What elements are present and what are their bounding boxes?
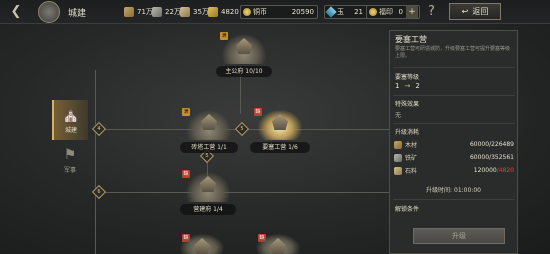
city-emblem-icon (38, 1, 60, 23)
nav-tab-military-label: 军事 (63, 166, 76, 174)
resource-stone-value: 35万 (193, 8, 209, 16)
resource-iron: 22万 (152, 5, 181, 19)
level-from: 1 (395, 82, 400, 90)
panel-description: 要塞工营可研造城防，升级要塞工营可提升要塞等级上限。 (395, 46, 511, 59)
building-partial[interactable]: 缺 (256, 234, 300, 254)
lord-mansion-image (222, 34, 266, 64)
panel-title: 要塞工营 (395, 35, 427, 44)
seal-add-button[interactable]: + (406, 6, 418, 18)
military-flag-icon: ⚑ (63, 146, 77, 163)
return-arrow-icon: ↩ (461, 7, 469, 16)
jade-value: 21 (354, 8, 363, 16)
building-name: 主公府 10/10 (216, 66, 272, 77)
cost-row-iron: 铁矿 60000/352561 (394, 152, 514, 163)
divider (393, 67, 515, 68)
divider (393, 199, 515, 200)
nav-tab-military[interactable]: ⚑ 军事 (52, 140, 88, 180)
building-name: 砖塔工营 1/1 (180, 142, 238, 153)
time-value: 01:00:00 (454, 187, 481, 194)
wood-icon (124, 7, 134, 17)
tree-row-line-2 (100, 192, 390, 193)
stone-icon (394, 166, 402, 175)
building-partial-image (256, 234, 300, 254)
nav-tab-city-build[interactable]: ⛪ 城建 (52, 100, 88, 140)
stone-icon (180, 7, 190, 17)
time-label: 升级时间: (426, 187, 453, 194)
food-icon (208, 7, 218, 17)
tree-trunk-line (95, 70, 96, 254)
building-detail-panel: 要塞工营 要塞工营可研造城防，升级要塞工营可提升要塞等级上限。 要塞等级 1 →… (389, 30, 518, 254)
resource-food-value: 4820 (221, 8, 239, 16)
cost-row-wood: 木材 60000/226489 (394, 139, 514, 150)
jade-icon (325, 6, 337, 18)
building-construction-office[interactable]: 缺 营建府 1/4 (180, 170, 236, 215)
brick-tower-camp-image (187, 110, 231, 140)
cost-row-stone: 石料 120000/4820 (394, 165, 514, 176)
left-nav: ⛪ 城建 ⚑ 军事 (52, 100, 88, 180)
nav-tab-city-build-label: 城建 (64, 126, 77, 134)
cost-owned: /226489 (489, 141, 514, 148)
cost-name: 木材 (405, 142, 418, 149)
cost-name: 铁矿 (405, 155, 418, 162)
resource-stone: 35万 (180, 5, 209, 19)
building-partial-image (180, 234, 224, 254)
return-button[interactable]: ↩ 返回 (449, 3, 501, 20)
level-label: 要塞等级 (395, 74, 420, 81)
resource-wood-value: 71万 (137, 8, 153, 16)
jade-label: 玉 (337, 8, 344, 16)
building-name: 营建府 1/4 (180, 204, 236, 215)
iron-icon (152, 7, 162, 17)
cost-required: 60000 (469, 154, 490, 161)
resource-wood: 71万 (124, 5, 153, 19)
seal-counter: 福印 0 + (366, 5, 420, 19)
resource-iron-value: 22万 (165, 8, 181, 16)
building-partial[interactable]: 缺 (180, 234, 224, 254)
copper-coin-icon (243, 8, 251, 16)
city-build-icon: ⛪ (62, 106, 80, 123)
level-arrow-icon: → (404, 82, 411, 90)
fortress-camp-image (258, 110, 302, 140)
unlock-label: 解锁条件 (395, 206, 420, 213)
construction-office-image (186, 172, 230, 202)
cost-name: 石料 (405, 168, 418, 175)
divider (393, 123, 515, 124)
level-to: 2 (415, 82, 420, 90)
effect-value: 无 (395, 112, 402, 119)
building-lord-mansion[interactable]: 满 主公府 10/10 (216, 32, 272, 77)
page-title: 城建 (68, 9, 87, 19)
cost-label: 升级消耗 (395, 129, 420, 136)
wood-icon (394, 140, 402, 149)
building-brick-tower-camp[interactable]: 满 砖塔工营 1/1 (180, 108, 238, 153)
seal-value: 0 (398, 8, 403, 16)
help-icon[interactable]: ? (428, 4, 435, 19)
divider (393, 95, 515, 96)
top-bar: ❮ 城建 71万 22万 35万 4820 铜币 20590 玉 21 + 福印… (0, 0, 550, 24)
effect-label: 特殊效果 (395, 101, 420, 108)
seal-label: 福印 (379, 8, 393, 16)
level-change: 1 → 2 (395, 82, 420, 90)
seal-icon (369, 8, 377, 16)
copper-coin-counter: 铜币 20590 (240, 5, 318, 19)
cost-owned-short: /4820 (496, 167, 514, 174)
cost-required: 60000 (469, 141, 490, 148)
copper-coin-value: 20590 (291, 8, 314, 16)
cost-owned: /352561 (489, 154, 514, 161)
building-fortress-camp[interactable]: 缺 要塞工营 1/6 (250, 108, 310, 153)
resource-food: 4820 (208, 5, 239, 19)
copper-coin-label: 铜币 (253, 8, 267, 16)
upgrade-button[interactable]: 升级 (413, 228, 505, 244)
upgrade-time: 升级时间: 01:00:00 (390, 185, 517, 194)
cost-required: 120000 (473, 167, 497, 174)
building-name: 要塞工营 1/6 (250, 142, 310, 153)
return-label: 返回 (472, 7, 489, 16)
iron-icon (394, 153, 402, 162)
tree-branch-line (240, 74, 241, 114)
back-arrow-icon[interactable]: ❮ (8, 4, 24, 20)
